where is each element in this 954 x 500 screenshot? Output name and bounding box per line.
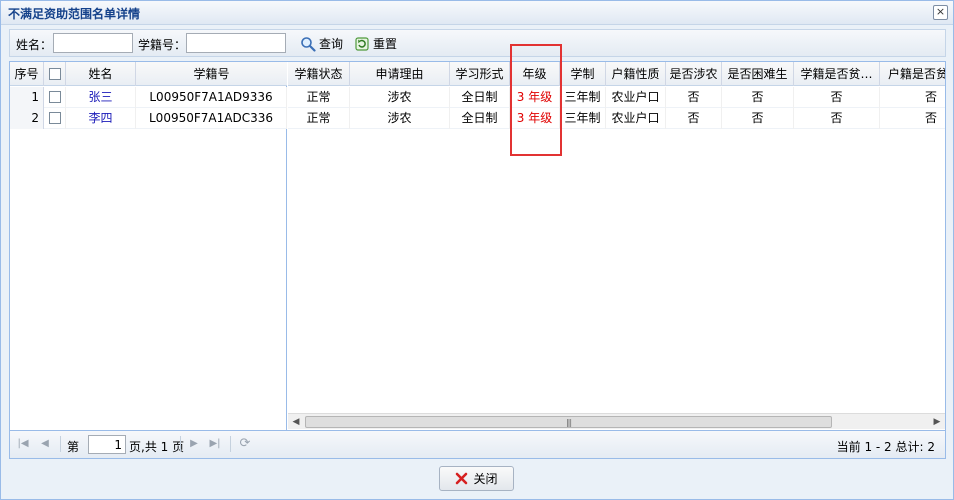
row-number: 1 xyxy=(10,87,44,108)
table-row[interactable]: 正常 涉农 全日制 3 年级 三年制 农业户口 否 否 否 否 xyxy=(288,87,945,108)
close-icon xyxy=(456,472,468,485)
pager-separator xyxy=(180,436,181,452)
header-form[interactable]: 学习形式 xyxy=(450,62,510,86)
header-reg-poor[interactable]: 学籍是否贫… xyxy=(794,62,880,86)
query-label: 查询 xyxy=(319,37,344,51)
header-name[interactable]: 姓名 xyxy=(66,62,136,86)
cell-form: 全日制 xyxy=(450,108,510,129)
cell-grade: 3 年级 xyxy=(510,108,560,129)
close-label: 关闭 xyxy=(473,472,498,486)
cell-household: 农业户口 xyxy=(606,87,666,108)
student-id-input[interactable] xyxy=(186,33,286,53)
cell-status: 正常 xyxy=(288,108,350,129)
student-id-label: 学籍号： xyxy=(138,38,187,52)
cell-reason: 涉农 xyxy=(350,87,450,108)
scroll-right-icon[interactable]: ▶ xyxy=(929,414,945,430)
row-checkbox-cell[interactable] xyxy=(44,87,66,108)
table-row[interactable]: 1 张三 L00950F7A1AD9336 xyxy=(10,87,287,108)
pager-separator xyxy=(230,436,231,452)
cell-system: 三年制 xyxy=(560,87,606,108)
header-grade[interactable]: 年级 xyxy=(510,62,560,86)
cell-agri: 否 xyxy=(666,108,722,129)
cell-agri: 否 xyxy=(666,87,722,108)
scroll-header-row: 学籍状态 申请理由 学习形式 年级 学制 户籍性质 是否涉农 是否困难生 学籍是… xyxy=(288,62,945,86)
row-checkbox[interactable] xyxy=(48,111,61,124)
student-name[interactable]: 张三 xyxy=(66,87,136,108)
cell-form: 全日制 xyxy=(450,87,510,108)
cell-status: 正常 xyxy=(288,87,350,108)
scrollbar-thumb[interactable]: ||| xyxy=(305,416,832,428)
next-page-icon[interactable]: ▶ xyxy=(187,437,201,451)
scroll-columns: 学籍状态 申请理由 学习形式 年级 学制 户籍性质 是否涉农 是否困难生 学籍是… xyxy=(288,62,945,430)
name-input[interactable] xyxy=(53,33,133,53)
table-row[interactable]: 2 李四 L00950F7A1ADC336 xyxy=(10,108,287,129)
cell-hardship: 否 xyxy=(722,108,794,129)
header-select-all[interactable] xyxy=(44,62,66,86)
header-hh-poor[interactable]: 户籍是否贫 xyxy=(880,62,945,86)
close-button[interactable]: 关闭 xyxy=(439,466,514,491)
student-id: L00950F7A1ADC336 xyxy=(136,108,287,129)
cell-reg-poor: 否 xyxy=(794,108,880,129)
paging-info: 当前 1 - 2 总计: 2 xyxy=(836,440,935,454)
cell-household: 农业户口 xyxy=(606,108,666,129)
header-system[interactable]: 学制 xyxy=(560,62,606,86)
last-page-icon[interactable]: ▶| xyxy=(208,437,222,451)
student-name[interactable]: 李四 xyxy=(66,108,136,129)
close-icon[interactable]: × xyxy=(933,5,948,20)
refresh-icon xyxy=(355,36,369,51)
cell-grade: 3 年级 xyxy=(510,87,560,108)
dialog-titlebar: 不满足资助范围名单详情 × xyxy=(1,1,953,25)
dialog-title: 不满足资助范围名单详情 xyxy=(8,7,141,21)
header-student-id[interactable]: 学籍号 xyxy=(136,62,287,86)
header-household[interactable]: 户籍性质 xyxy=(606,62,666,86)
refresh-icon[interactable]: ⟳ xyxy=(238,437,252,451)
scroll-left-icon[interactable]: ◀ xyxy=(288,414,304,430)
page-number-input[interactable] xyxy=(88,435,126,454)
page-suffix: 页,共 1 页 xyxy=(129,440,185,454)
frozen-columns: 序号 姓名 学籍号 1 张三 L00950F7A1AD9336 2 李四 L00… xyxy=(10,62,287,430)
cell-hh-poor: 否 xyxy=(880,108,945,129)
header-status[interactable]: 学籍状态 xyxy=(288,62,350,86)
cell-reg-poor: 否 xyxy=(794,87,880,108)
header-agri[interactable]: 是否涉农 xyxy=(666,62,722,86)
cell-hardship: 否 xyxy=(722,87,794,108)
header-reason[interactable]: 申请理由 xyxy=(350,62,450,86)
header-hardship[interactable]: 是否困难生 xyxy=(722,62,794,86)
row-checkbox-cell[interactable] xyxy=(44,108,66,129)
row-number: 2 xyxy=(10,108,44,129)
prev-page-icon[interactable]: ◀ xyxy=(38,437,52,451)
reset-button[interactable]: 重置 xyxy=(352,33,399,54)
select-all-checkbox[interactable] xyxy=(48,67,61,80)
name-label: 姓名： xyxy=(16,38,53,52)
query-button[interactable]: 查询 xyxy=(298,33,345,54)
header-row-number: 序号 xyxy=(10,62,44,86)
page-prefix: 第 xyxy=(67,440,80,454)
details-dialog: 不满足资助范围名单详情 × 姓名： 学籍号： 查询 重置 序号 姓名 学籍号 1… xyxy=(0,0,954,500)
table-row[interactable]: 正常 涉农 全日制 3 年级 三年制 农业户口 否 否 否 否 xyxy=(288,108,945,129)
row-checkbox[interactable] xyxy=(48,90,61,103)
search-icon xyxy=(301,36,316,52)
cell-reason: 涉农 xyxy=(350,108,450,129)
cell-system: 三年制 xyxy=(560,108,606,129)
cell-hh-poor: 否 xyxy=(880,87,945,108)
reset-label: 重置 xyxy=(373,37,398,51)
search-toolbar: 姓名： 学籍号： 查询 重置 xyxy=(9,29,946,57)
data-grid: 序号 姓名 学籍号 1 张三 L00950F7A1AD9336 2 李四 L00… xyxy=(9,61,946,431)
first-page-icon[interactable]: |◀ xyxy=(16,437,30,451)
horizontal-scrollbar[interactable]: ◀ ||| ▶ xyxy=(288,413,945,429)
pager-separator xyxy=(60,436,61,452)
pager-bar: |◀ ◀ 第 页,共 1 页 ▶ ▶| ⟳ 当前 1 - 2 总计: 2 xyxy=(9,431,946,459)
student-id: L00950F7A1AD9336 xyxy=(136,87,287,108)
frozen-header-row: 序号 姓名 学籍号 xyxy=(10,62,287,86)
